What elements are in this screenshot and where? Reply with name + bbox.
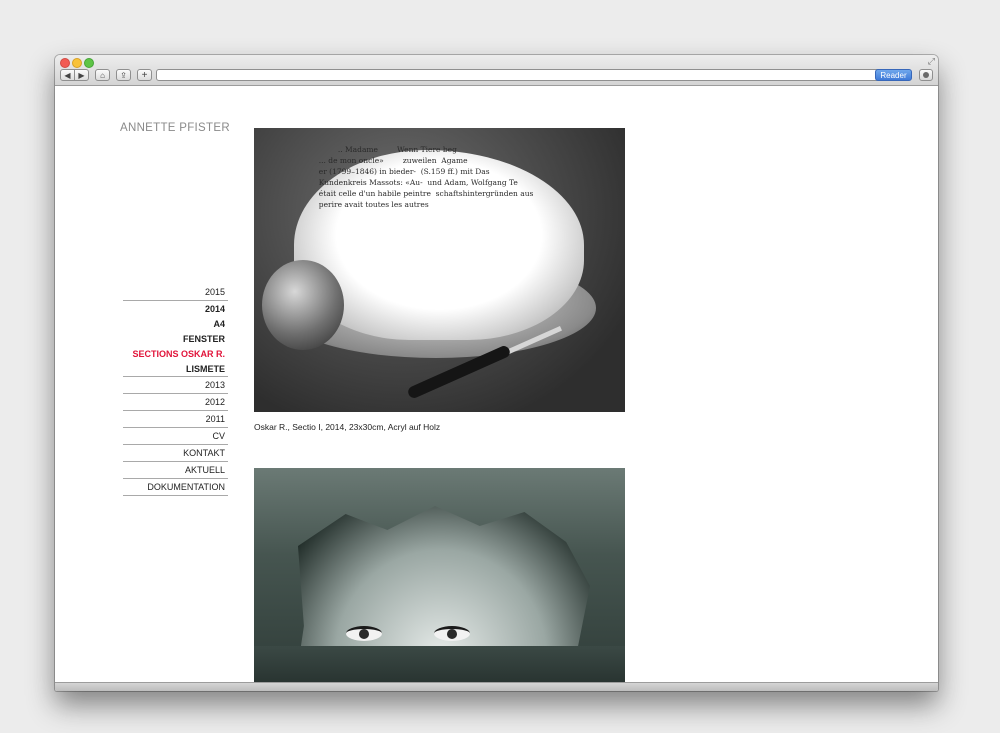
home-icon[interactable]: ⌂ bbox=[95, 69, 110, 81]
nav-item-a4[interactable]: A4 bbox=[123, 316, 228, 331]
nav-item-sections-oskar-r[interactable]: SECTIONS OSKAR R. bbox=[123, 346, 228, 361]
nav-item-aktuell[interactable]: AKTUELL bbox=[123, 462, 228, 479]
browser-toolbar: ⤢ ◀ ▶ ⌂ ⇪ + ↻ Reader bbox=[55, 55, 938, 86]
site-title[interactable]: ANNETTE PFISTER bbox=[120, 122, 230, 134]
fullscreen-icon[interactable]: ⤢ bbox=[928, 56, 935, 67]
nav-item-lismete[interactable]: LISMETE bbox=[123, 361, 228, 376]
nav-item-2012[interactable]: 2012 bbox=[123, 394, 228, 411]
downloads-button[interactable] bbox=[919, 69, 933, 81]
artwork-image-2 bbox=[254, 468, 625, 683]
artwork-image-1: .. Madame Wenn Tiere beg ... de mon oncl… bbox=[254, 128, 625, 412]
nav-group-2014: 2014 A4 FENSTER SECTIONS OSKAR R. LISMET… bbox=[123, 301, 228, 377]
main-nav: 2015 2014 A4 FENSTER SECTIONS OSKAR R. L… bbox=[123, 284, 228, 496]
painting-newspaper-text: .. Madame Wenn Tiere beg ... de mon oncl… bbox=[318, 145, 534, 209]
forward-button[interactable]: ▶ bbox=[74, 69, 89, 81]
painting-right-eye bbox=[434, 626, 470, 641]
minimize-window-button[interactable] bbox=[72, 58, 82, 68]
painting-apple bbox=[262, 260, 344, 350]
back-button[interactable]: ◀ bbox=[60, 69, 75, 81]
page-content: ANNETTE PFISTER 2015 2014 A4 FENSTER SEC… bbox=[55, 86, 938, 683]
nav-item-kontakt[interactable]: KONTAKT bbox=[123, 445, 228, 462]
nav-item-2015[interactable]: 2015 bbox=[123, 284, 228, 301]
share-icon[interactable]: ⇪ bbox=[116, 69, 131, 81]
close-window-button[interactable] bbox=[60, 58, 70, 68]
reader-button[interactable]: Reader bbox=[875, 69, 912, 81]
nav-item-2011[interactable]: 2011 bbox=[123, 411, 228, 428]
nav-item-dokumentation[interactable]: DOKUMENTATION bbox=[123, 479, 228, 496]
nav-item-cv[interactable]: CV bbox=[123, 428, 228, 445]
nav-item-fenster[interactable]: FENSTER bbox=[123, 331, 228, 346]
add-bookmark-button[interactable]: + bbox=[137, 69, 152, 81]
address-bar[interactable]: ↻ bbox=[156, 69, 909, 81]
painting-left-eye bbox=[346, 626, 382, 641]
browser-window: ⤢ ◀ ▶ ⌂ ⇪ + ↻ Reader ANNETTE PFISTER 201… bbox=[55, 55, 938, 691]
zoom-window-button[interactable] bbox=[84, 58, 94, 68]
painting-foreground bbox=[254, 646, 625, 683]
downloads-icon bbox=[923, 72, 929, 78]
nav-item-2014[interactable]: 2014 bbox=[123, 301, 228, 316]
artwork-caption-1: Oskar R., Sectio I, 2014, 23x30cm, Acryl… bbox=[254, 422, 441, 432]
window-bottom-bar bbox=[55, 682, 938, 691]
nav-item-2013[interactable]: 2013 bbox=[123, 377, 228, 394]
